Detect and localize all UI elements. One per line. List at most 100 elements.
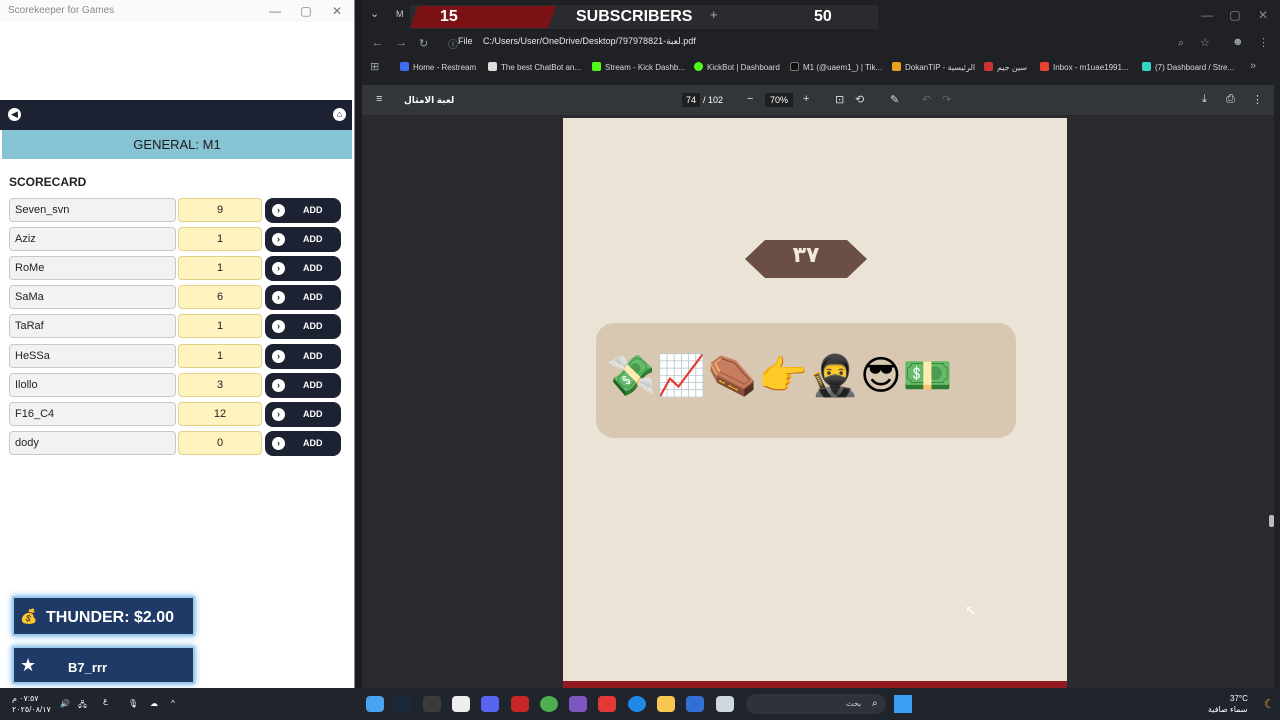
weather-text[interactable]: سماء صافية <box>1208 705 1248 714</box>
download-icon[interactable]: ⤓ <box>1202 93 1207 106</box>
undo-icon[interactable]: ↶ <box>922 93 931 106</box>
bookmark-item[interactable]: DokanTIP - الرئيسية <box>892 62 975 72</box>
clock-date[interactable]: ٢٠٢٥/٠٨/١٧ <box>12 705 51 714</box>
player-name[interactable]: SaMa <box>9 285 176 309</box>
steam-icon[interactable] <box>394 696 412 712</box>
profile-avatar[interactable]: ☻ <box>1232 36 1244 48</box>
bookmark-item[interactable]: KickBot | Dashboard <box>694 62 780 72</box>
player-score[interactable]: 12 <box>178 402 262 426</box>
player-name[interactable]: Aziz <box>9 227 176 251</box>
add-button[interactable]: › ADD <box>265 198 341 223</box>
obs-icon[interactable] <box>423 696 441 712</box>
bookmark-item[interactable]: M1 (@uaem1_) | Tik... <box>790 62 882 72</box>
add-button[interactable]: › ADD <box>265 344 341 369</box>
cloud-icon[interactable]: ☁ <box>150 699 158 708</box>
close-button[interactable]: ✕ <box>328 3 346 19</box>
player-name[interactable]: RoMe <box>9 256 176 280</box>
player-name[interactable]: Seven_svn <box>9 198 176 222</box>
player-name[interactable]: dody <box>9 431 176 455</box>
app-icon[interactable] <box>366 696 384 712</box>
add-button[interactable]: › ADD <box>265 227 341 252</box>
bookmark-star-icon[interactable]: ☆ <box>1200 36 1210 49</box>
capture-icon[interactable] <box>452 696 470 712</box>
add-button[interactable]: › ADD <box>265 285 341 310</box>
apps-grid-icon[interactable]: ⊞ <box>370 60 379 73</box>
menu-kebab-icon[interactable]: ⋮ <box>1258 36 1269 49</box>
player-score[interactable]: 1 <box>178 344 262 368</box>
redo-icon[interactable]: ↷ <box>942 93 951 106</box>
home-icon[interactable]: ⌂ <box>333 108 346 121</box>
edge-icon[interactable] <box>628 696 646 712</box>
add-button[interactable]: › ADD <box>265 314 341 339</box>
player-score[interactable]: 1 <box>178 227 262 251</box>
add-button[interactable]: › ADD <box>265 256 341 281</box>
discord-icon[interactable] <box>481 696 499 712</box>
bookmark-item[interactable]: Home - Restream <box>400 62 476 72</box>
copilot-icon[interactable] <box>569 696 587 712</box>
add-button[interactable]: › ADD <box>265 373 341 398</box>
annotate-icon[interactable]: ✎ <box>890 93 899 106</box>
player-name[interactable]: Ilollo <box>9 373 176 397</box>
rotate-icon[interactable]: ⟲ <box>855 93 864 106</box>
player-score[interactable]: 1 <box>178 256 262 280</box>
minimize-button[interactable]: — <box>266 3 284 19</box>
info-icon[interactable]: ⓘ <box>448 36 458 51</box>
player-score[interactable]: 1 <box>178 314 262 338</box>
zoom-out-icon[interactable]: − <box>747 93 753 105</box>
more-options-icon[interactable]: ⋮ <box>1252 93 1263 106</box>
bookmark-item[interactable]: The best ChatBot an... <box>488 62 581 72</box>
zoom-in-icon[interactable]: + <box>803 93 809 105</box>
fit-page-icon[interactable]: ⊡ <box>835 93 844 106</box>
player-name[interactable]: HeSSa <box>9 344 176 368</box>
store-icon[interactable] <box>686 696 704 712</box>
page-number-input[interactable]: 74 <box>682 93 700 107</box>
back-arrow-icon[interactable]: ◀ <box>8 108 21 121</box>
bookmark-item[interactable]: Inbox - m1uae1991... <box>1040 62 1129 72</box>
pdf-title: لعبة الامثال <box>404 95 455 105</box>
weather-moon-icon[interactable]: ☾ <box>1264 697 1275 711</box>
taskbar-search[interactable] <box>746 694 886 714</box>
tray-chevron-icon[interactable]: ^ <box>171 699 175 708</box>
youtube-icon[interactable] <box>598 696 616 712</box>
player-name[interactable]: TaRaf <box>9 314 176 338</box>
back-icon[interactable]: ← <box>372 37 383 49</box>
url-text[interactable]: C:/Users/User/OneDrive/Desktop/797978821… <box>483 36 696 47</box>
clock-time[interactable]: ٠٧:٥٧ م <box>12 694 39 703</box>
reload-icon[interactable]: ↻ <box>419 37 428 50</box>
bookmark-item[interactable]: Stream - Kick Dashb... <box>592 62 685 72</box>
tab-search-icon[interactable]: ⌄ <box>370 7 379 20</box>
bookmark-item[interactable]: (7) Dashboard / Stre... <box>1142 62 1234 72</box>
language-indicator[interactable]: ع <box>103 696 108 705</box>
file-explorer-icon[interactable] <box>657 696 675 712</box>
maximize-button[interactable]: ▢ <box>1226 7 1244 23</box>
zoom-input[interactable]: 70% <box>765 93 793 107</box>
player-score[interactable]: 0 <box>178 431 262 455</box>
add-button[interactable]: › ADD <box>265 431 341 456</box>
player-score[interactable]: 9 <box>178 198 262 222</box>
close-button[interactable]: ✕ <box>1254 7 1272 23</box>
scrollbar-thumb[interactable] <box>1269 515 1274 527</box>
task-view-icon[interactable] <box>716 696 734 712</box>
scrollbar[interactable] <box>1268 115 1274 688</box>
new-tab-icon[interactable]: + <box>710 7 718 22</box>
add-button[interactable]: › ADD <box>265 402 341 427</box>
player-score[interactable]: 3 <box>178 373 262 397</box>
chrome-icon[interactable] <box>540 696 558 712</box>
voicemeeter-icon[interactable] <box>511 696 529 712</box>
windows-start-icon[interactable] <box>894 695 912 713</box>
minimize-button[interactable]: — <box>1198 7 1216 23</box>
zoom-icon[interactable]: ⌕ <box>1178 37 1184 50</box>
temperature[interactable]: 37°C <box>1230 694 1248 703</box>
player-score[interactable]: 6 <box>178 285 262 309</box>
tab-label[interactable]: M <box>396 9 404 19</box>
more-bookmarks-icon[interactable]: » <box>1250 60 1256 72</box>
maximize-button[interactable]: ▢ <box>297 3 315 19</box>
network-icon[interactable]: 🖧 <box>78 699 87 713</box>
sidebar-menu-icon[interactable]: ≡ <box>376 93 382 105</box>
player-name[interactable]: F16_C4 <box>9 402 176 426</box>
print-icon[interactable]: ⎙ <box>1226 93 1235 106</box>
microphone-icon[interactable]: 🎙 <box>128 699 138 708</box>
forward-icon[interactable]: → <box>396 37 407 49</box>
bookmark-item[interactable]: سين جيم <box>984 62 1027 72</box>
volume-icon[interactable]: 🔊 <box>60 699 70 708</box>
